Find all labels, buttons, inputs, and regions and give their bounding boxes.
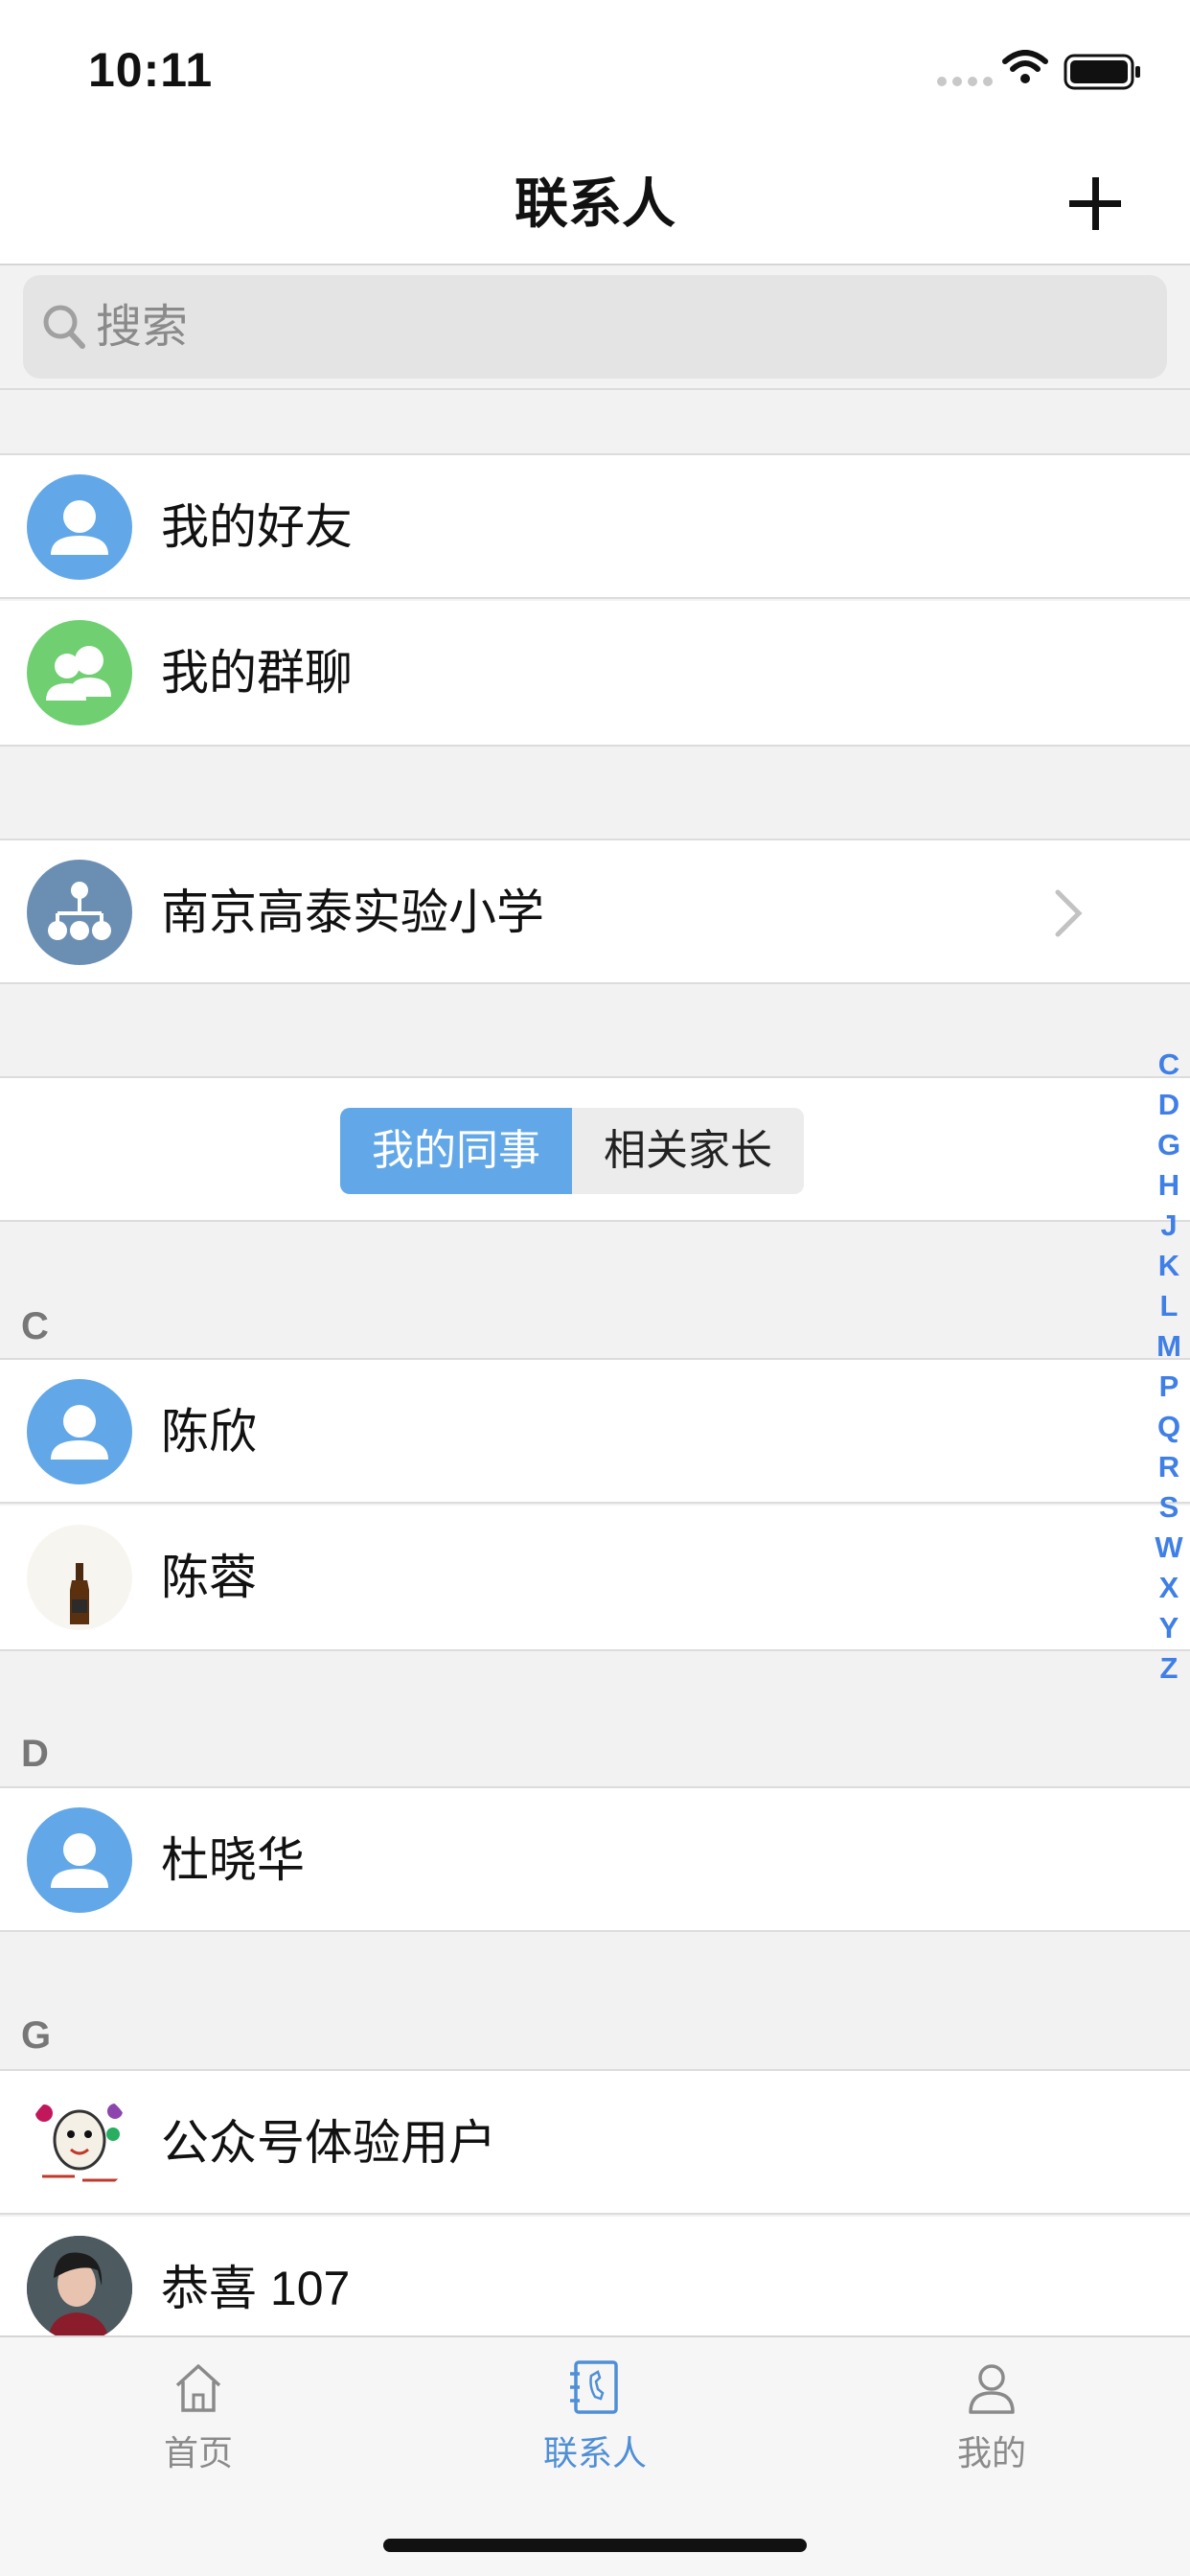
tab-me[interactable]: 我的 [896, 2358, 1087, 2475]
status-time: 10:11 [88, 43, 214, 97]
organization-label: 南京高泰实验小学 [161, 886, 544, 939]
contact-name: 陈欣 [161, 1405, 257, 1459]
section-header-c: C [21, 1305, 49, 1347]
nav-bar: 联系人 [0, 134, 1190, 265]
index-letter[interactable]: Y [1150, 1608, 1188, 1648]
index-letter[interactable]: W [1150, 1528, 1188, 1568]
contact-name: 陈蓉 [161, 1551, 257, 1604]
index-letter[interactable]: Z [1150, 1648, 1188, 1689]
person-icon [27, 474, 132, 580]
person-icon [27, 1807, 132, 1913]
person-icon [27, 1379, 132, 1484]
contact-name: 杜晓华 [161, 1833, 305, 1887]
tab-my-colleagues[interactable]: 我的同事 [340, 1108, 572, 1194]
tab-home[interactable]: 首页 [103, 2358, 294, 2475]
index-letter[interactable]: G [1150, 1125, 1188, 1165]
segment-row: 我的同事 相关家长 [0, 1076, 1190, 1222]
group-icon [27, 620, 132, 725]
my-groups-row[interactable]: 我的群聊 [0, 601, 1190, 747]
home-indicator [383, 2539, 807, 2552]
tab-contacts[interactable]: 联系人 [499, 2358, 691, 2475]
section-header-d: D [21, 1733, 49, 1775]
index-letter[interactable]: X [1150, 1568, 1188, 1608]
bottle-avatar-icon [27, 1525, 132, 1630]
index-letter[interactable]: R [1150, 1447, 1188, 1487]
contact-row[interactable]: 公众号体验用户 [0, 2069, 1190, 2215]
index-letter[interactable]: M [1150, 1326, 1188, 1367]
my-friends-row[interactable]: 我的好友 [0, 453, 1190, 599]
home-icon [175, 2364, 221, 2412]
index-letter[interactable]: P [1150, 1367, 1188, 1407]
photo-avatar-icon [27, 2236, 132, 2341]
organization-row[interactable]: 南京高泰实验小学 [0, 839, 1190, 984]
tab-contacts-label: 联系人 [542, 2433, 647, 2472]
org-chart-icon [27, 860, 132, 965]
search-area [0, 265, 1190, 390]
index-letter[interactable]: K [1150, 1246, 1188, 1286]
search-input[interactable] [96, 275, 1131, 379]
search-box[interactable] [23, 275, 1167, 379]
contact-row[interactable]: 杜晓华 [0, 1786, 1190, 1932]
page-title: 联系人 [515, 173, 675, 234]
status-bar: 10:11 [0, 0, 1190, 134]
tab-related-parents[interactable]: 相关家长 [572, 1108, 804, 1194]
index-letter[interactable]: J [1150, 1206, 1188, 1246]
contacts-book-icon [570, 2360, 618, 2414]
contact-row[interactable]: 陈蓉 [0, 1506, 1190, 1651]
index-letter[interactable]: D [1150, 1085, 1188, 1125]
index-letter[interactable]: S [1150, 1487, 1188, 1528]
profile-icon [969, 2364, 1015, 2414]
section-header-g: G [21, 2014, 52, 2057]
cellular-signal-icon [937, 77, 993, 86]
contact-name: 公众号体验用户 [161, 2116, 496, 2170]
chevron-right-icon [1055, 889, 1083, 937]
contact-row[interactable]: 陈欣 [0, 1358, 1190, 1504]
battery-icon [1064, 54, 1140, 90]
my-friends-label: 我的好友 [161, 500, 353, 554]
cartoon-egg-avatar-icon [27, 2090, 132, 2196]
index-letter[interactable]: Q [1150, 1407, 1188, 1447]
index-letter[interactable]: L [1150, 1286, 1188, 1326]
my-groups-label: 我的群聊 [161, 646, 353, 700]
tab-me-label: 我的 [956, 2433, 1026, 2472]
wifi-icon [1002, 50, 1048, 83]
index-letter[interactable]: C [1150, 1045, 1188, 1085]
tab-bar: 首页 联系人 我的 [0, 2335, 1190, 2576]
alphabet-index[interactable]: CDGHJKLMPQRSWXYZ [1150, 1045, 1188, 1689]
tab-home-label: 首页 [163, 2433, 233, 2472]
add-contact-button[interactable] [1065, 171, 1133, 238]
search-icon [43, 305, 85, 349]
index-letter[interactable]: H [1150, 1165, 1188, 1206]
